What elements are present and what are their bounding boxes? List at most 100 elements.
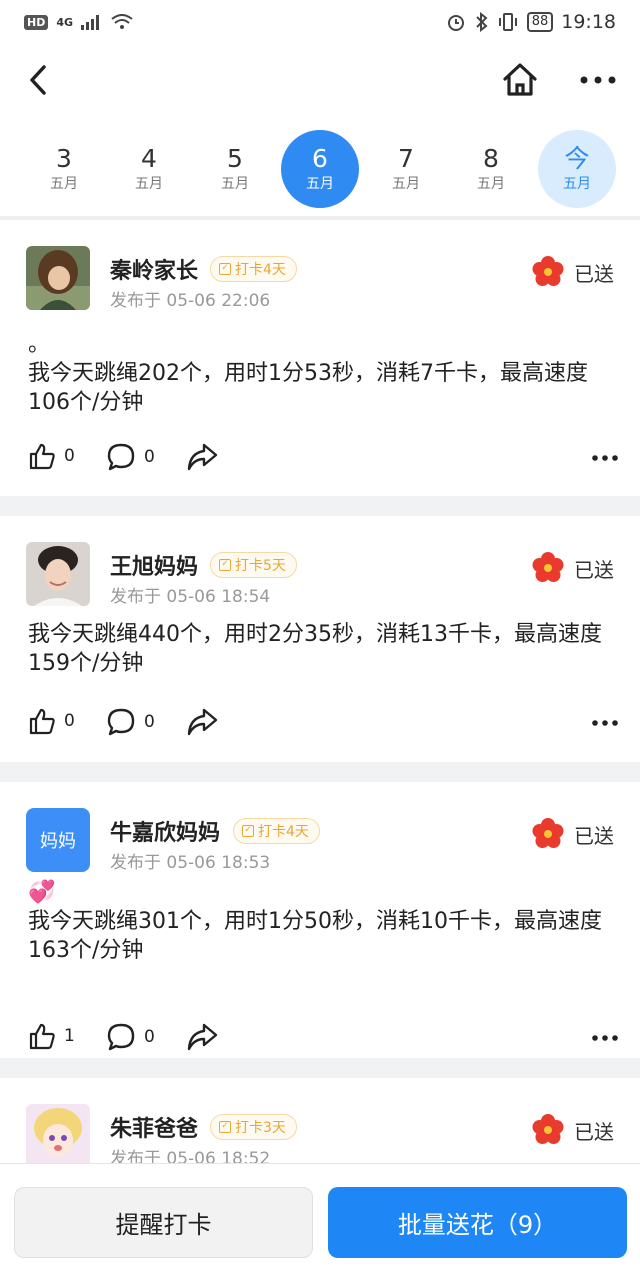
sent-label: 已送	[574, 261, 614, 286]
chevron-left-icon	[30, 65, 46, 95]
user-name[interactable]: 朱菲爸爸	[110, 1111, 198, 1143]
avatar[interactable]	[26, 1104, 90, 1168]
check-icon: ✓	[219, 263, 231, 275]
user-name[interactable]: 牛嘉欣妈妈	[110, 815, 220, 847]
date-number: 今	[564, 144, 590, 173]
date-item-today[interactable]: 今五月	[538, 130, 616, 208]
date-month: 五月	[50, 176, 78, 192]
badge-label: 打卡3天	[235, 1120, 286, 1136]
comment-count: 0	[144, 447, 155, 467]
flower-icon	[532, 256, 564, 286]
post-content: 。 我今天跳绳202个，用时1分53秒，消耗7千卡，最高速度106个/分钟	[28, 330, 618, 417]
like-button[interactable]: 0	[28, 442, 75, 470]
share-button[interactable]	[186, 442, 218, 472]
heart-emoji: 💞	[28, 880, 56, 905]
date-number: 6	[312, 144, 328, 173]
flower-icon	[532, 1114, 564, 1144]
like-button[interactable]: 0	[28, 707, 75, 735]
post-prefix: 。	[28, 332, 51, 357]
home-button[interactable]	[500, 60, 540, 100]
share-icon	[187, 1023, 218, 1051]
avatar[interactable]	[26, 246, 90, 310]
post-more-button[interactable]	[592, 446, 618, 465]
date-item-4[interactable]: 4 五月	[110, 130, 188, 208]
date-number: 4	[141, 144, 157, 173]
sent-label: 已送	[574, 557, 614, 582]
post-actions: 0 0	[28, 442, 618, 478]
post-actions: 1 0	[28, 1022, 618, 1058]
date-selector: 3 五月 4 五月 5 五月 6 五月 7 五月 8 五月 今五月	[0, 126, 640, 216]
bottom-action-bar: 提醒打卡 批量送花（9）	[0, 1163, 640, 1280]
date-number: 5	[227, 144, 243, 173]
like-count: 0	[64, 711, 75, 731]
remind-checkin-button[interactable]: 提醒打卡	[14, 1187, 313, 1258]
thumbs-up-icon	[29, 708, 55, 735]
more-horizontal-icon	[580, 76, 616, 84]
date-number: 3	[56, 144, 72, 173]
checkin-badge: ✓ 打卡4天	[210, 256, 297, 282]
top-nav	[0, 48, 640, 112]
post-time: 发布于 05-06 18:53	[110, 853, 271, 873]
comment-button[interactable]: 0	[106, 1022, 155, 1052]
comment-icon	[107, 708, 135, 736]
thumbs-up-icon	[29, 443, 55, 470]
comment-icon	[107, 1023, 135, 1051]
post-content: 我今天跳绳440个，用时2分35秒，消耗13千卡，最高速度159个/分钟	[28, 620, 618, 678]
signal-icon	[81, 15, 100, 30]
sent-label: 已送	[574, 1119, 614, 1144]
share-icon	[187, 708, 218, 736]
avatar[interactable]	[26, 542, 90, 606]
date-month: 五月	[563, 176, 591, 192]
check-icon: ✓	[219, 559, 231, 571]
flower-sent-status[interactable]: 已送	[532, 1114, 614, 1146]
date-number: 8	[483, 144, 499, 173]
like-button[interactable]: 1	[28, 1022, 75, 1050]
date-item-3[interactable]: 3 五月	[25, 130, 103, 208]
user-name[interactable]: 秦岭家长	[110, 253, 198, 285]
avatar[interactable]: 妈妈	[26, 808, 90, 872]
flower-sent-status[interactable]: 已送	[532, 552, 614, 584]
date-item-7[interactable]: 7 五月	[367, 130, 445, 208]
date-item-5[interactable]: 5 五月	[196, 130, 274, 208]
like-count: 1	[64, 1026, 75, 1046]
comment-button[interactable]: 0	[106, 442, 155, 472]
badge-label: 打卡4天	[235, 262, 286, 278]
post-time: 发布于 05-06 22:06	[110, 291, 271, 311]
check-icon: ✓	[242, 825, 254, 837]
post-more-button[interactable]	[592, 711, 618, 730]
date-item-6-selected[interactable]: 6 五月	[281, 130, 359, 208]
network-indicator: 4G	[56, 15, 74, 29]
more-horizontal-icon	[592, 1035, 618, 1041]
clock: 19:18	[561, 11, 616, 33]
checkin-badge: ✓ 打卡5天	[210, 552, 297, 578]
comment-icon	[107, 443, 135, 471]
thumbs-up-icon	[29, 1023, 55, 1050]
date-month: 五月	[306, 176, 334, 192]
post-card: 王旭妈妈 ✓ 打卡5天 发布于 05-06 18:54 已送 我今天跳绳440个，…	[0, 516, 640, 762]
share-button[interactable]	[186, 1022, 218, 1052]
wifi-icon	[111, 14, 133, 29]
share-button[interactable]	[186, 707, 218, 737]
user-name[interactable]: 王旭妈妈	[110, 549, 198, 581]
date-item-8[interactable]: 8 五月	[452, 130, 530, 208]
post-card: 妈妈 牛嘉欣妈妈 ✓ 打卡4天 发布于 05-06 18:53 已送 💞 我今天跳…	[0, 782, 640, 1058]
date-month: 五月	[477, 176, 505, 192]
flower-sent-status[interactable]: 已送	[532, 256, 614, 288]
date-month: 五月	[221, 176, 249, 192]
status-bar: HD 4G 88 19:18	[0, 0, 640, 44]
post-text: 我今天跳绳301个，用时1分50秒，消耗10千卡，最高速度163个/分钟	[28, 909, 602, 963]
flower-sent-status[interactable]: 已送	[532, 818, 614, 850]
date-month: 五月	[392, 176, 420, 192]
more-horizontal-icon	[592, 455, 618, 461]
checkin-badge: ✓ 打卡4天	[233, 818, 320, 844]
post-more-button[interactable]	[592, 1026, 618, 1045]
post-time: 发布于 05-06 18:54	[110, 587, 271, 607]
hd-indicator: HD	[24, 14, 49, 30]
more-button[interactable]	[576, 62, 620, 98]
batch-send-flowers-button[interactable]: 批量送花（9）	[328, 1187, 627, 1258]
bluetooth-icon	[475, 12, 488, 32]
post-content: 💞 我今天跳绳301个，用时1分50秒，消耗10千卡，最高速度163个/分钟	[28, 878, 618, 965]
flower-icon	[532, 552, 564, 582]
back-button[interactable]	[22, 62, 54, 98]
comment-button[interactable]: 0	[106, 707, 155, 737]
